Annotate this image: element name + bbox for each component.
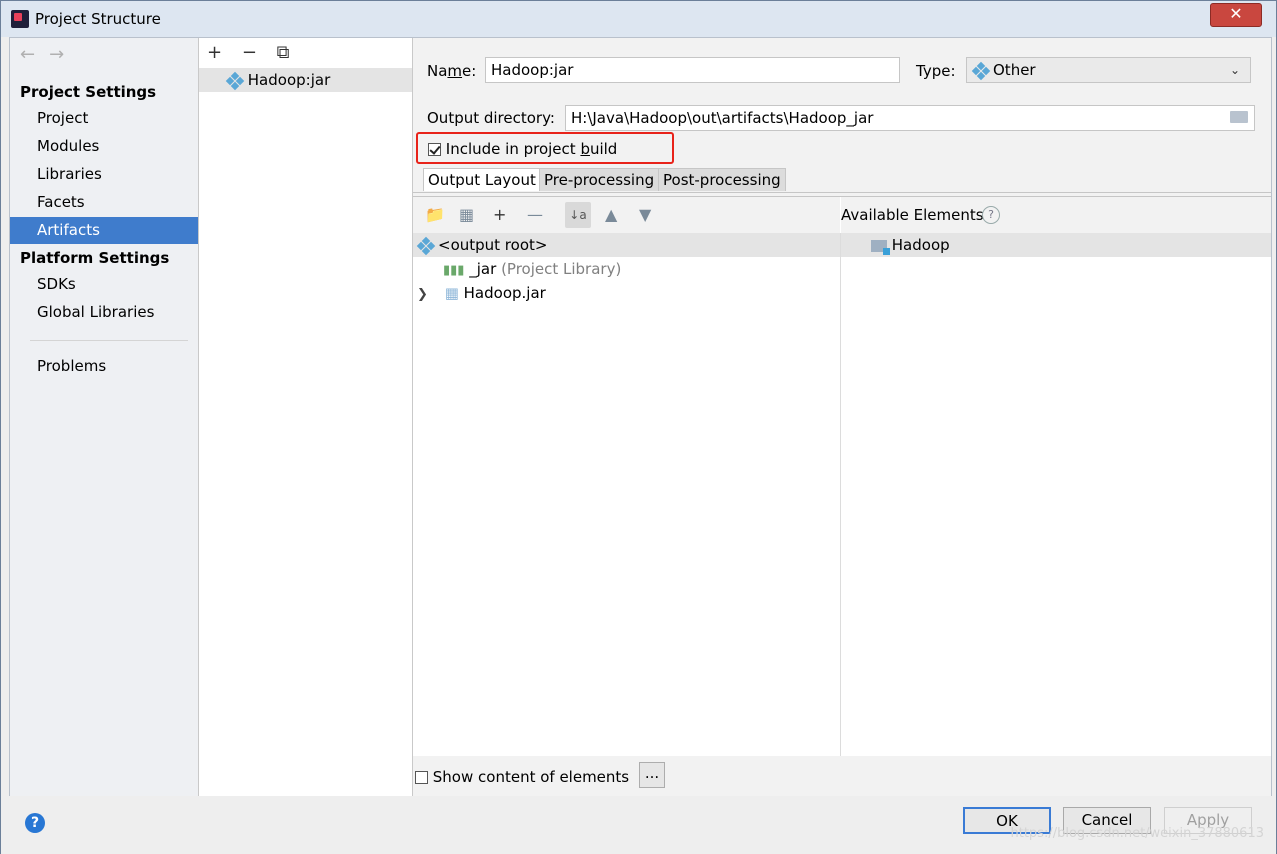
move-down-icon[interactable]: ▼ — [639, 205, 651, 224]
add-element-icon[interactable]: + — [493, 205, 506, 224]
tree-row-label: Hadoop.jar — [463, 284, 546, 302]
nav-item-facets[interactable]: Facets — [10, 189, 198, 216]
name-input[interactable]: Hadoop:jar — [485, 57, 900, 83]
available-item-hadoop[interactable]: Hadoop — [841, 233, 1271, 257]
dialog-content: ←→ Project Settings Project Modules Libr… — [9, 37, 1272, 797]
output-root-diamond-icon — [416, 236, 436, 255]
name-label: Name: — [427, 62, 477, 80]
output-directory-label: Output directory: — [427, 109, 555, 127]
platform-settings-heading: Platform Settings — [20, 249, 170, 267]
include-in-build-checkbox[interactable]: Include in project build — [428, 140, 617, 158]
artifacts-list-panel: + − ⧉ Hadoop:jar — [199, 38, 413, 796]
layout-toolbar: 📁 ▦ + — ↓a ▲ ▼ — [413, 197, 840, 233]
available-elements-heading: Available Elements — [841, 206, 984, 224]
close-window-button[interactable]: ✕ — [1210, 3, 1262, 27]
tab-post-processing[interactable]: Post-processing — [658, 168, 786, 191]
nav-divider — [30, 340, 188, 341]
window-title: Project Structure — [35, 10, 161, 28]
nav-item-problems[interactable]: Problems — [10, 353, 198, 380]
show-content-check[interactable] — [415, 771, 428, 784]
type-select-value: Other — [993, 61, 1036, 79]
output-tree: <output root> ▮▮▮ _jar (Project Library)… — [413, 233, 841, 757]
remove-icon[interactable]: − — [242, 42, 257, 63]
show-content-checkbox[interactable]: Show content of elements — [415, 768, 629, 786]
chevron-down-icon: ⌄ — [1229, 63, 1240, 77]
show-content-label: Show content of elements — [432, 768, 630, 786]
project-structure-window: Project Structure ✕ ←→ Project Settings … — [0, 0, 1277, 854]
module-folder-icon — [871, 239, 890, 255]
tree-row-label: <output root> — [438, 236, 548, 254]
browse-folder-icon[interactable] — [1230, 111, 1248, 123]
available-item-label: Hadoop — [891, 236, 950, 254]
project-settings-heading: Project Settings — [20, 83, 157, 101]
remove-element-icon[interactable]: — — [527, 205, 543, 224]
tree-row-note: (Project Library) — [501, 260, 622, 278]
available-elements-list: Hadoop — [841, 233, 1271, 757]
forward-arrow-icon[interactable]: → — [49, 44, 78, 65]
include-in-build-label: Include in project build — [445, 140, 618, 158]
type-label: Type: — [916, 62, 956, 80]
jar-archive-icon: ▦ — [444, 284, 459, 302]
tree-row-label: _jar — [469, 260, 497, 278]
nav-history: ←→ — [20, 44, 78, 65]
back-arrow-icon[interactable]: ← — [20, 44, 49, 65]
nav-item-sdks[interactable]: SDKs — [10, 271, 198, 298]
output-layout-panel: 📁 ▦ + — ↓a ▲ ▼ <output root> ▮▮▮ _jar (P — [413, 196, 1271, 757]
include-in-build-check[interactable] — [428, 143, 441, 156]
artifact-editor: Name: Hadoop:jar Type: Other ⌄ Output di… — [413, 38, 1271, 796]
archive-icon[interactable]: ▦ — [459, 205, 474, 224]
library-icon: ▮▮▮ — [443, 263, 465, 278]
chevron-right-icon[interactable]: ❯ — [417, 287, 428, 302]
artifacts-toolbar: + − ⧉ — [207, 42, 304, 63]
layout-bottom-bar: Show content of elements ... — [413, 756, 1271, 796]
output-directory-value: H:\Java\Hadoop\out\artifacts\Hadoop_jar — [571, 109, 874, 127]
type-diamond-icon — [971, 61, 991, 80]
tree-row-hadoop-jar[interactable]: ❯ ▦ Hadoop.jar — [413, 281, 840, 305]
tab-output-layout[interactable]: Output Layout — [423, 168, 541, 191]
nav-item-modules[interactable]: Modules — [10, 133, 198, 160]
artifact-tabs: Output Layout Pre-processing Post-proces… — [413, 168, 1271, 193]
artifact-diamond-icon — [225, 71, 245, 90]
output-directory-input[interactable]: H:\Java\Hadoop\out\artifacts\Hadoop_jar — [565, 105, 1255, 131]
move-up-icon[interactable]: ▲ — [605, 205, 617, 224]
sort-icon[interactable]: ↓a — [565, 202, 591, 228]
dialog-footer: ? OK Cancel Apply https://blog.csdn.net/… — [1, 796, 1276, 854]
nav-item-libraries[interactable]: Libraries — [10, 161, 198, 188]
intellij-app-icon — [11, 10, 29, 28]
title-bar: Project Structure ✕ — [1, 1, 1276, 37]
tab-pre-processing[interactable]: Pre-processing — [539, 168, 660, 191]
nav-item-artifacts[interactable]: Artifacts — [10, 217, 198, 244]
more-options-button[interactable]: ... — [639, 762, 665, 788]
artifact-item-label: Hadoop:jar — [247, 71, 331, 89]
copy-icon[interactable]: ⧉ — [277, 42, 290, 63]
settings-nav: ←→ Project Settings Project Modules Libr… — [10, 38, 199, 796]
nav-item-global-libraries[interactable]: Global Libraries — [10, 299, 198, 326]
artifact-item[interactable]: Hadoop:jar — [199, 68, 412, 92]
add-icon[interactable]: + — [207, 42, 222, 63]
type-select[interactable]: Other ⌄ — [966, 57, 1251, 83]
help-circle-icon[interactable]: ? — [982, 206, 1000, 224]
watermark-text: https://blog.csdn.net/weixin_37880613 — [1010, 826, 1264, 841]
tree-row-jar-library[interactable]: ▮▮▮ _jar (Project Library) — [413, 257, 840, 281]
nav-item-project[interactable]: Project — [10, 105, 198, 132]
new-directory-icon[interactable]: 📁 — [425, 205, 445, 224]
available-elements-header: Available Elements ? — [841, 197, 1271, 233]
tree-row-output-root[interactable]: <output root> — [413, 233, 840, 257]
help-icon[interactable]: ? — [25, 813, 45, 833]
